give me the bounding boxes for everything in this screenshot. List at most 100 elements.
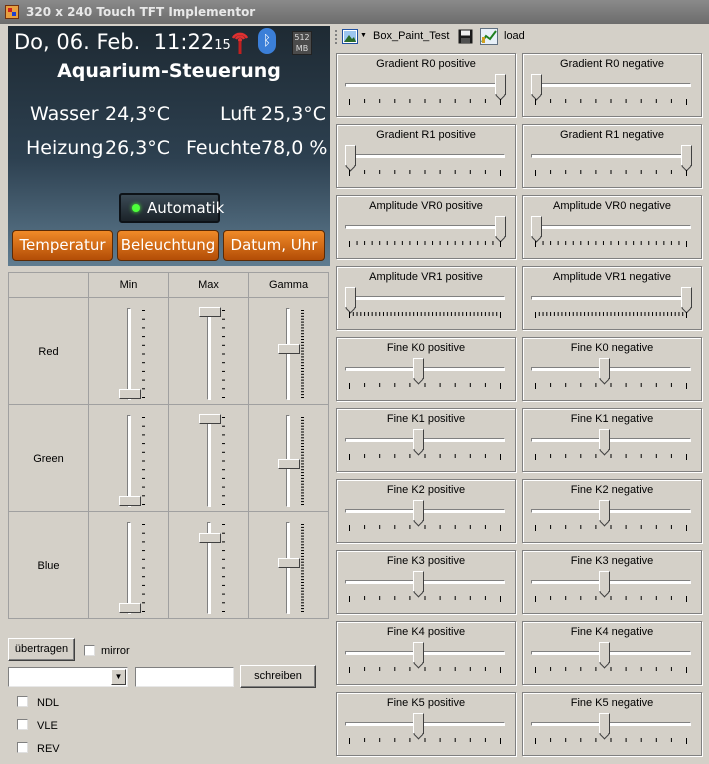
slider-thumb[interactable] (119, 496, 141, 506)
slider-thumb[interactable] (599, 429, 610, 450)
slider-track[interactable] (127, 522, 131, 614)
slider-track[interactable] (286, 308, 290, 400)
slider-track[interactable] (345, 722, 505, 726)
slider-thumb[interactable] (199, 307, 221, 317)
horizontal-slider[interactable] (531, 713, 693, 753)
vertical-slider-min-green[interactable] (109, 413, 149, 509)
toolbar-name[interactable]: Box_Paint_Test (373, 30, 449, 42)
vle-checkbox[interactable] (17, 719, 28, 730)
slider-track[interactable] (531, 651, 691, 655)
horizontal-slider[interactable] (531, 145, 693, 185)
slider-track[interactable] (127, 308, 131, 400)
tft-display[interactable]: Do, 06. Feb. 11:2215 ᛒ 512 MB Aquarium-S… (8, 26, 330, 266)
ndl-checkbox[interactable] (17, 696, 28, 707)
slider-thumb[interactable] (531, 216, 542, 237)
slider-thumb[interactable] (413, 571, 424, 592)
automatik-button[interactable]: Automatik (119, 193, 224, 223)
slider-track[interactable] (207, 308, 211, 400)
slider-thumb[interactable] (413, 713, 424, 734)
horizontal-slider[interactable] (345, 429, 507, 469)
horizontal-slider[interactable] (345, 74, 507, 114)
slider-thumb[interactable] (278, 459, 300, 469)
slider-thumb[interactable] (681, 145, 692, 166)
vertical-slider-max-blue[interactable] (189, 520, 229, 616)
horizontal-slider[interactable] (531, 429, 693, 469)
slider-thumb[interactable] (278, 344, 300, 354)
dropdown-arrow-icon[interactable]: ▼ (360, 32, 367, 39)
beleuchtung-button[interactable]: Beleuchtung (117, 230, 219, 261)
slider-thumb[interactable] (599, 500, 610, 521)
vertical-slider-min-red[interactable] (109, 306, 149, 402)
horizontal-slider[interactable] (531, 571, 693, 611)
slider-thumb[interactable] (599, 358, 610, 379)
slider-thumb[interactable] (413, 358, 424, 379)
horizontal-slider[interactable] (531, 216, 693, 256)
slider-track[interactable] (345, 83, 505, 87)
horizontal-slider[interactable] (345, 713, 507, 753)
horizontal-slider[interactable] (345, 216, 507, 256)
slider-thumb[interactable] (599, 713, 610, 734)
slider-thumb[interactable] (599, 642, 610, 663)
horizontal-slider[interactable] (345, 287, 507, 327)
slider-track[interactable] (345, 438, 505, 442)
rev-checkbox[interactable] (17, 742, 28, 753)
vertical-slider-max-red[interactable] (189, 306, 229, 402)
slider-thumb[interactable] (681, 287, 692, 308)
text-input[interactable] (135, 667, 234, 687)
vertical-slider-gamma-red[interactable] (268, 306, 308, 402)
datum-uhr-button[interactable]: Datum, Uhr (223, 230, 325, 261)
horizontal-slider[interactable] (345, 145, 507, 185)
select-dropdown[interactable]: ▼ (8, 667, 128, 687)
slider-track[interactable] (531, 438, 691, 442)
slider-thumb[interactable] (599, 571, 610, 592)
slider-track[interactable] (345, 367, 505, 371)
slider-track[interactable] (345, 509, 505, 513)
chart-icon[interactable] (480, 28, 498, 45)
slider-track[interactable] (531, 83, 691, 87)
slider-track[interactable] (345, 225, 505, 229)
vertical-slider-min-blue[interactable] (109, 520, 149, 616)
horizontal-slider[interactable] (345, 500, 507, 540)
slider-thumb[interactable] (278, 558, 300, 568)
temperatur-button[interactable]: Temperatur (12, 230, 113, 261)
slider-track[interactable] (531, 367, 691, 371)
slider-thumb[interactable] (531, 74, 542, 95)
slider-track[interactable] (531, 722, 691, 726)
vertical-slider-gamma-green[interactable] (268, 413, 308, 509)
slider-thumb[interactable] (345, 145, 356, 166)
slider-track[interactable] (531, 580, 691, 584)
vertical-slider-gamma-blue[interactable] (268, 520, 308, 616)
uebertragen-button[interactable]: übertragen (8, 638, 75, 661)
save-icon[interactable] (458, 29, 473, 44)
horizontal-slider[interactable] (531, 642, 693, 682)
vertical-slider-max-green[interactable] (189, 413, 229, 509)
slider-track[interactable] (345, 580, 505, 584)
schreiben-button[interactable]: schreiben (240, 665, 316, 688)
horizontal-slider[interactable] (345, 358, 507, 398)
horizontal-slider[interactable] (531, 74, 693, 114)
slider-thumb[interactable] (495, 74, 506, 95)
slider-track[interactable] (345, 296, 505, 300)
slider-track[interactable] (531, 296, 691, 300)
slider-thumb[interactable] (413, 429, 424, 450)
load-button[interactable]: load (504, 30, 525, 42)
slider-track[interactable] (345, 154, 505, 158)
slider-track[interactable] (531, 154, 691, 158)
toolbar-grip[interactable] (335, 30, 337, 44)
mirror-checkbox[interactable] (84, 645, 95, 656)
slider-track[interactable] (345, 651, 505, 655)
slider-thumb[interactable] (119, 389, 141, 399)
horizontal-slider[interactable] (531, 500, 693, 540)
chevron-down-icon[interactable]: ▼ (111, 669, 126, 685)
horizontal-slider[interactable] (531, 358, 693, 398)
slider-thumb[interactable] (413, 642, 424, 663)
slider-thumb[interactable] (199, 533, 221, 543)
slider-thumb[interactable] (119, 603, 141, 613)
slider-track[interactable] (531, 225, 691, 229)
slider-track[interactable] (531, 509, 691, 513)
slider-track[interactable] (127, 415, 131, 507)
horizontal-slider[interactable] (345, 571, 507, 611)
slider-track[interactable] (207, 415, 211, 507)
slider-thumb[interactable] (495, 216, 506, 237)
slider-thumb[interactable] (413, 500, 424, 521)
